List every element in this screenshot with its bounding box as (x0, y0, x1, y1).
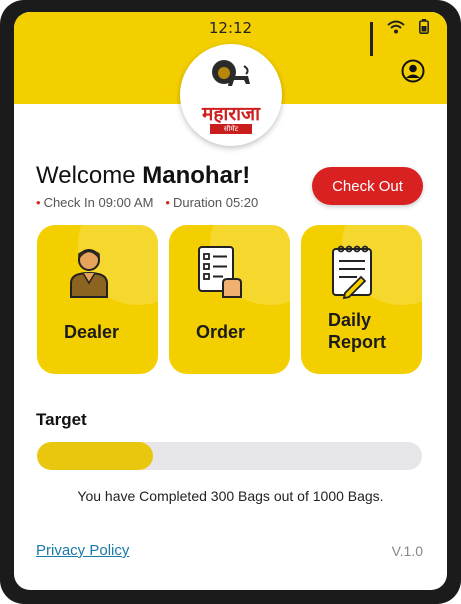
duration-info: • Duration 05:20 (165, 195, 258, 210)
bullet-icon: • (36, 195, 41, 210)
logo-subtext: सीमेंट (210, 124, 252, 134)
profile-icon[interactable] (401, 59, 425, 83)
status-icons (370, 19, 429, 56)
lion-icon (212, 60, 250, 86)
daily-report-notepad-icon (332, 245, 372, 299)
card-dealer[interactable]: Dealer (37, 225, 158, 374)
card-label: Daily Report (328, 310, 386, 352)
welcome-greeting: Welcome (36, 162, 143, 189)
welcome-name: Manohar! (142, 162, 251, 189)
wifi-icon (387, 20, 405, 39)
card-daily-report[interactable]: Daily Report (301, 225, 422, 374)
device-frame: 12:12 महाराजा सीमेंट Welcome Manohar! • … (0, 0, 461, 604)
order-checklist-icon (198, 246, 242, 298)
bullet-icon: • (165, 195, 170, 210)
battery-icon (419, 19, 429, 39)
target-title: Target (36, 410, 87, 429)
card-order[interactable]: Order (169, 225, 290, 374)
welcome-heading: Welcome Manohar! (36, 162, 250, 190)
app-screen: 12:12 महाराजा सीमेंट Welcome Manohar! • … (14, 12, 447, 590)
card-label: Dealer (64, 322, 120, 342)
dealer-person-icon (70, 249, 108, 298)
app-version: V.1.0 (391, 543, 423, 559)
check-in-text: Check In 09:00 AM (43, 195, 154, 210)
target-progress-text: You have Completed 300 Bags out of 1000 … (77, 488, 384, 504)
target-progress-fill (37, 442, 153, 470)
privacy-policy-link[interactable]: Privacy Policy (36, 542, 129, 559)
check-in-info: • Check In 09:00 AM (36, 195, 153, 210)
brand-logo: महाराजा सीमेंट (180, 44, 282, 146)
signal-icon (370, 22, 373, 56)
session-meta: • Check In 09:00 AM • Duration 05:20 (36, 195, 258, 210)
logo-text: महाराजा (201, 103, 261, 125)
target-progress-bar (37, 442, 422, 470)
duration-text: Duration 05:20 (172, 195, 259, 210)
card-label: Order (196, 322, 246, 342)
check-out-button[interactable]: Check Out (312, 167, 423, 205)
